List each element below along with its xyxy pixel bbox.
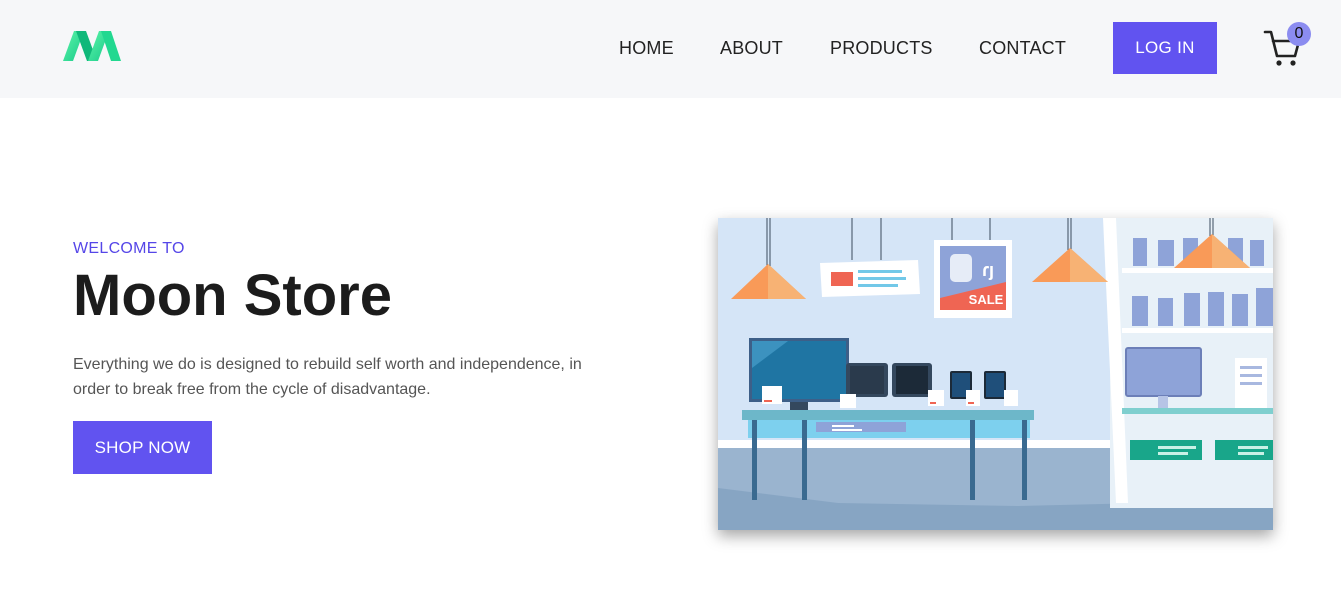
cart-count-badge: 0 [1287, 22, 1311, 46]
cart-button[interactable]: 0 [1262, 22, 1314, 66]
store-illustration-svg: ɾȷ SALE [718, 218, 1273, 530]
svg-text:ɾȷ: ɾȷ [982, 260, 994, 280]
nav-products-link[interactable]: PRODUCTS [830, 38, 933, 59]
hero-text: WELCOME TO Moon Store Everything we do i… [73, 240, 633, 402]
nav-home-link[interactable]: HOME [619, 38, 674, 59]
navbar: HOME ABOUT PRODUCTS CONTACT LOG IN 0 [0, 0, 1341, 98]
store-illustration: ɾȷ SALE [718, 218, 1273, 530]
login-button[interactable]: LOG IN [1113, 22, 1217, 74]
hero-title: Moon Store [73, 263, 392, 328]
hero-description: Everything we do is designed to rebuild … [73, 356, 582, 398]
sale-sign-text: SALE [969, 292, 1004, 307]
hero-eyebrow: WELCOME TO [73, 240, 185, 257]
m-logo-icon[interactable] [62, 28, 122, 64]
shop-now-button[interactable]: SHOP NOW [73, 421, 212, 474]
nav-contact-link[interactable]: CONTACT [979, 38, 1066, 59]
nav-about-link[interactable]: ABOUT [720, 38, 783, 59]
